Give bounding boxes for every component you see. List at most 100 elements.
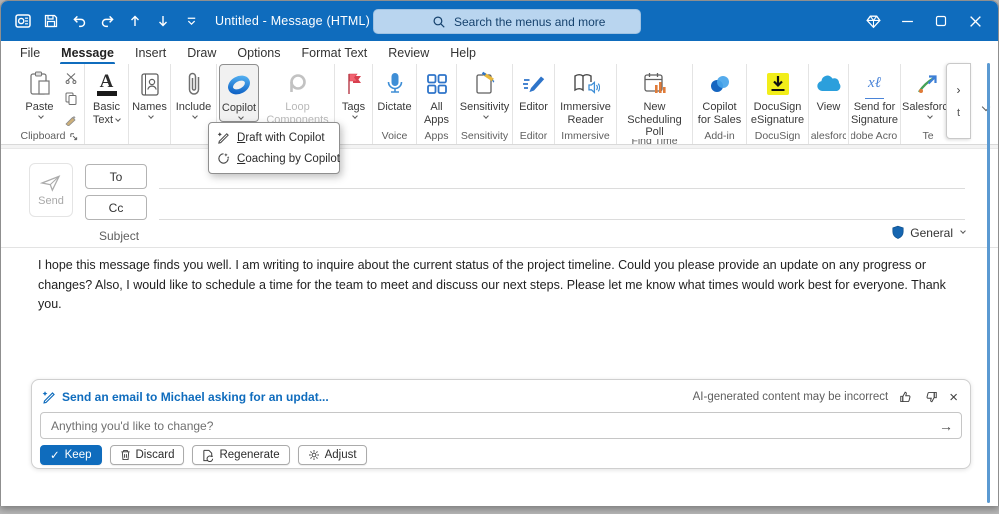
overflow-chevron: › (956, 83, 961, 97)
menu-help[interactable]: Help (449, 44, 477, 62)
search-bar[interactable]: Search the menus and more (373, 9, 641, 34)
editor-pen-icon (521, 69, 547, 99)
outlook-message-window: Untitled - Message (HTML) Search the men… (0, 0, 999, 506)
sensitivity-selector[interactable]: General (891, 225, 966, 240)
ribbon-overflow-button[interactable]: › t (946, 63, 971, 139)
copilot-button[interactable]: Copilot (219, 64, 259, 122)
clipboard-small-buttons (62, 64, 80, 127)
message-body-editor[interactable]: I hope this message finds you well. I am… (38, 256, 972, 315)
maximize-button[interactable] (924, 1, 958, 41)
menu-review[interactable]: Review (387, 44, 430, 62)
docusign-group: DocuSign eSignature DocuSign (747, 64, 809, 144)
move-down-icon[interactable] (149, 8, 177, 34)
adobe-group: xℓ Send for Signature Adobe Acro... (849, 64, 901, 144)
basic-text-button[interactable]: A Basic Text (87, 64, 126, 126)
copilot-prompt-header: Send an email to Michael asking for an u… (42, 390, 693, 404)
menu-options[interactable]: Options (236, 44, 281, 62)
copilot-for-sales-button[interactable]: Copilot for Sales (695, 64, 744, 126)
attach-paperclip-icon (185, 69, 203, 99)
format-painter-icon[interactable] (62, 112, 80, 127)
clipboard-dialog-launcher-icon[interactable] (69, 132, 78, 141)
dictate-button[interactable]: Dictate (375, 64, 414, 114)
menu-format-text[interactable]: Format Text (301, 44, 369, 62)
regenerate-button[interactable]: Regenerate (192, 445, 290, 465)
discard-button[interactable]: Discard (109, 445, 185, 465)
flag-icon (344, 69, 364, 99)
settings-gear-icon (308, 450, 319, 460)
copy-icon[interactable] (62, 91, 80, 106)
copilot-refine-input[interactable] (41, 418, 931, 433)
message-body-text: I hope this message finds you well. I am… (38, 258, 946, 311)
apps-grid-icon (425, 69, 449, 99)
all-apps-button[interactable]: All Apps (419, 64, 454, 126)
editor-group-label: Editor (519, 130, 548, 142)
salesforce-arrows-icon (916, 69, 940, 99)
window-controls (856, 1, 992, 41)
send-button-label: Send (38, 194, 64, 207)
minimize-button[interactable] (890, 1, 924, 41)
premium-gem-icon[interactable] (856, 1, 890, 41)
menu-insert[interactable]: Insert (134, 44, 167, 62)
cc-button[interactable]: Cc (85, 195, 147, 220)
editor-button[interactable]: Editor (515, 64, 552, 114)
close-card-icon[interactable]: × (949, 390, 958, 405)
send-for-signature-button[interactable]: xℓ Send for Signature (851, 64, 898, 126)
collapse-ribbon-button[interactable] (973, 97, 995, 119)
keep-button[interactable]: ✓ Keep (40, 445, 102, 465)
thumbs-up-icon[interactable] (899, 390, 913, 404)
salesforce-group-label: Salesforce (811, 130, 846, 142)
salesforce-view-button[interactable]: View (811, 64, 846, 114)
menu-file[interactable]: File (19, 44, 41, 62)
loop-icon (286, 69, 310, 99)
tags-button[interactable]: Tags (337, 64, 370, 120)
to-field[interactable] (159, 188, 965, 189)
new-scheduling-poll-button[interactable]: New Scheduling Poll (619, 64, 690, 139)
customize-quick-access-icon[interactable] (177, 8, 205, 34)
find-time-group: New Scheduling Poll Find Time (617, 64, 693, 144)
thumbs-down-icon[interactable] (924, 390, 938, 404)
overflow-partial-label: t (956, 107, 961, 119)
apps-group-label: Apps (424, 130, 449, 142)
menu-message[interactable]: Message (60, 44, 115, 65)
redo-icon[interactable] (93, 8, 121, 34)
add-in-group: Copilot for Sales Add-in (693, 64, 747, 144)
paste-button[interactable]: Paste (20, 64, 60, 120)
immersive-group: Immersive Reader Immersive (555, 64, 617, 144)
paste-icon (28, 69, 52, 99)
to-button[interactable]: To (85, 164, 147, 189)
menubar: File Message Insert Draw Options Format … (1, 41, 998, 65)
vertical-scrollbar[interactable] (987, 63, 990, 503)
send-button[interactable]: Send (29, 163, 73, 217)
docusign-icon (766, 69, 790, 99)
window-title: Untitled - Message (HTML) (215, 14, 371, 28)
undo-icon[interactable] (65, 8, 93, 34)
submit-arrow-icon[interactable]: → (931, 418, 961, 434)
sensitivity-icon (473, 69, 497, 99)
basic-text-group: A Basic Text (85, 64, 129, 144)
menu-draw[interactable]: Draw (186, 44, 217, 62)
search-icon (433, 15, 445, 28)
copilot-for-sales-icon (707, 69, 733, 99)
save-icon[interactable] (37, 8, 65, 34)
immersive-reader-button[interactable]: Immersive Reader (557, 64, 614, 126)
sensitivity-group: Sensitivity Sensitivity (457, 64, 513, 144)
docusign-esignature-button[interactable]: DocuSign eSignature (749, 64, 806, 126)
adjust-button[interactable]: Adjust (297, 445, 367, 465)
names-button[interactable]: Names (131, 64, 168, 120)
cut-icon[interactable] (62, 70, 80, 85)
shield-icon (892, 225, 904, 239)
include-button[interactable]: Include (173, 64, 214, 120)
draft-pen-icon (217, 132, 229, 144)
search-placeholder: Search the menus and more (454, 14, 606, 29)
move-up-icon[interactable] (121, 8, 149, 34)
voice-group-label: Voice (381, 130, 408, 142)
sensitivity-button[interactable]: Sensitivity (459, 64, 510, 120)
ai-disclaimer: AI-generated content may be incorrect (692, 391, 889, 403)
menu-item-draft-with-copilot[interactable]: Draft with Copilot (209, 127, 339, 148)
microphone-icon (384, 69, 406, 99)
menu-item-coaching-by-copilot[interactable]: Coaching by Copilot (209, 148, 340, 169)
close-button[interactable] (958, 1, 992, 41)
copilot-dropdown-menu: Draft with Copilot Coaching by Copilot (208, 122, 340, 174)
cc-field[interactable] (159, 219, 965, 220)
signature-glyph-icon: xℓ (865, 69, 884, 99)
